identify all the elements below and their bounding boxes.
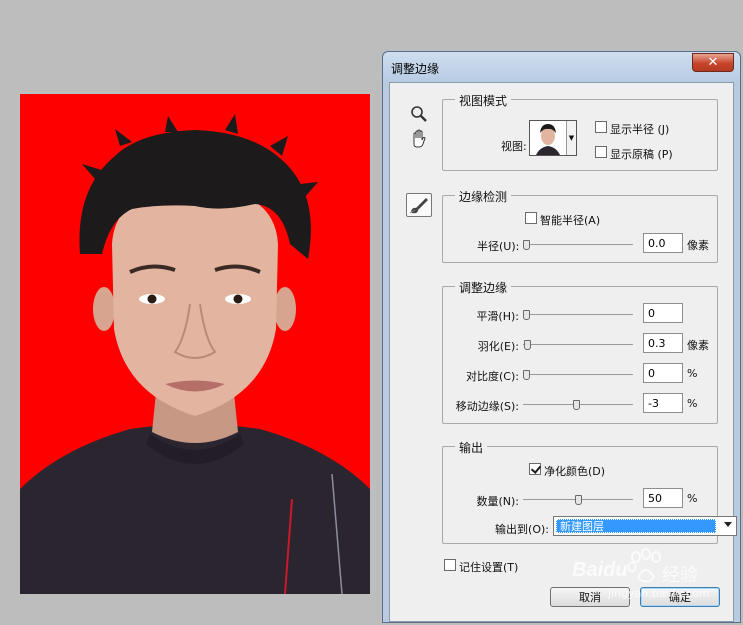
radius-input[interactable] bbox=[643, 233, 683, 253]
amount-slider[interactable] bbox=[523, 495, 633, 505]
refine-radius-tool-button[interactable] bbox=[406, 193, 432, 217]
zoom-icon[interactable] bbox=[410, 105, 428, 123]
smooth-label: 平滑(H): bbox=[476, 310, 519, 323]
shift-edge-slider-thumb[interactable] bbox=[573, 400, 580, 410]
shift-edge-slider[interactable] bbox=[523, 400, 633, 410]
output-to-select[interactable]: 新建图层 bbox=[553, 516, 737, 536]
adjust-edge-group: 调整边缘 平滑(H): 羽化(E): 像素 对比度(C): % 移动边缘(S): bbox=[442, 279, 718, 424]
feather-input[interactable] bbox=[643, 333, 683, 353]
feather-unit: 像素 bbox=[687, 339, 709, 352]
view-label: 视图: bbox=[501, 140, 527, 153]
amount-input[interactable] bbox=[643, 488, 683, 508]
feather-label: 羽化(E): bbox=[477, 340, 519, 353]
contrast-input[interactable] bbox=[643, 363, 683, 383]
radius-slider[interactable] bbox=[523, 240, 633, 250]
radius-label: 半径(U): bbox=[477, 240, 520, 253]
smart-radius-label: 智能半径(A) bbox=[540, 214, 601, 227]
smooth-slider[interactable] bbox=[523, 310, 633, 320]
portrait-image bbox=[20, 94, 370, 594]
smooth-input[interactable] bbox=[643, 303, 683, 323]
output-to-value: 新建图层 bbox=[556, 519, 716, 533]
photo-canvas[interactable] bbox=[20, 94, 370, 594]
output-to-label: 输出到(O): bbox=[495, 523, 549, 536]
edge-detection-group: 边缘检测 智能半径(A) 半径(U): 像素 bbox=[442, 188, 718, 263]
refine-edge-dialog: 调整边缘 ✕ 视图模式 视图: ▼ 显示半径 (J) 显示原稿 (P) 边缘检测… bbox=[382, 51, 741, 623]
smooth-slider-thumb[interactable] bbox=[523, 310, 530, 320]
decontaminate-checkbox[interactable] bbox=[529, 463, 541, 475]
feather-slider[interactable] bbox=[523, 340, 633, 350]
radius-unit: 像素 bbox=[687, 239, 709, 252]
view-mode-title: 视图模式 bbox=[455, 92, 512, 109]
decontaminate-label: 净化颜色(D) bbox=[544, 465, 606, 478]
radius-slider-thumb[interactable] bbox=[523, 240, 530, 250]
close-button[interactable]: ✕ bbox=[692, 53, 734, 72]
amount-unit: % bbox=[687, 492, 698, 505]
adjust-edge-title: 调整边缘 bbox=[455, 279, 512, 296]
remember-settings-label: 记住设置(T) bbox=[459, 561, 519, 574]
dialog-titlebar[interactable]: 调整边缘 ✕ bbox=[383, 52, 740, 82]
smart-radius-checkbox[interactable] bbox=[525, 212, 537, 224]
contrast-slider-thumb[interactable] bbox=[523, 370, 530, 380]
amount-slider-thumb[interactable] bbox=[575, 495, 582, 505]
show-original-label: 显示原稿 (P) bbox=[610, 148, 673, 161]
feather-slider-thumb[interactable] bbox=[524, 340, 531, 350]
output-group: 输出 净化颜色(D) 数量(N): % 输出到(O): 新建图层 bbox=[442, 439, 737, 544]
shift-edge-input[interactable] bbox=[643, 393, 683, 413]
close-icon: ✕ bbox=[707, 55, 719, 70]
contrast-slider[interactable] bbox=[523, 370, 633, 380]
cancel-button[interactable]: 取消 bbox=[550, 587, 630, 607]
remember-settings-checkbox[interactable] bbox=[444, 559, 456, 571]
contrast-unit: % bbox=[687, 367, 698, 380]
dialog-body: 视图模式 视图: ▼ 显示半径 (J) 显示原稿 (P) 边缘检测 智能半径(A… bbox=[389, 82, 737, 622]
shift-edge-unit: % bbox=[687, 397, 698, 410]
dialog-title: 调整边缘 bbox=[391, 62, 440, 76]
output-title: 输出 bbox=[455, 439, 488, 456]
cancel-button-label: 取消 bbox=[579, 591, 601, 604]
hand-icon[interactable] bbox=[410, 129, 428, 149]
edge-detection-title: 边缘检测 bbox=[455, 188, 512, 205]
show-radius-checkbox[interactable] bbox=[595, 121, 607, 133]
ok-button-label: 确定 bbox=[669, 591, 691, 604]
refine-radius-brush-icon bbox=[409, 198, 428, 214]
dropdown-arrow-icon bbox=[724, 522, 732, 527]
shift-edge-label: 移动边缘(S): bbox=[455, 400, 519, 413]
show-original-checkbox[interactable] bbox=[595, 146, 607, 158]
show-radius-label: 显示半径 (J) bbox=[610, 123, 670, 136]
view-mode-group: 视图模式 视图: ▼ 显示半径 (J) 显示原稿 (P) bbox=[442, 92, 718, 171]
contrast-label: 对比度(C): bbox=[466, 370, 519, 383]
view-thumbnail-image bbox=[530, 121, 566, 155]
chevron-down-icon: ▼ bbox=[566, 121, 576, 155]
amount-label: 数量(N): bbox=[476, 495, 519, 508]
view-thumbnail-dropdown[interactable]: ▼ bbox=[529, 120, 577, 156]
ok-button[interactable]: 确定 bbox=[640, 587, 720, 607]
